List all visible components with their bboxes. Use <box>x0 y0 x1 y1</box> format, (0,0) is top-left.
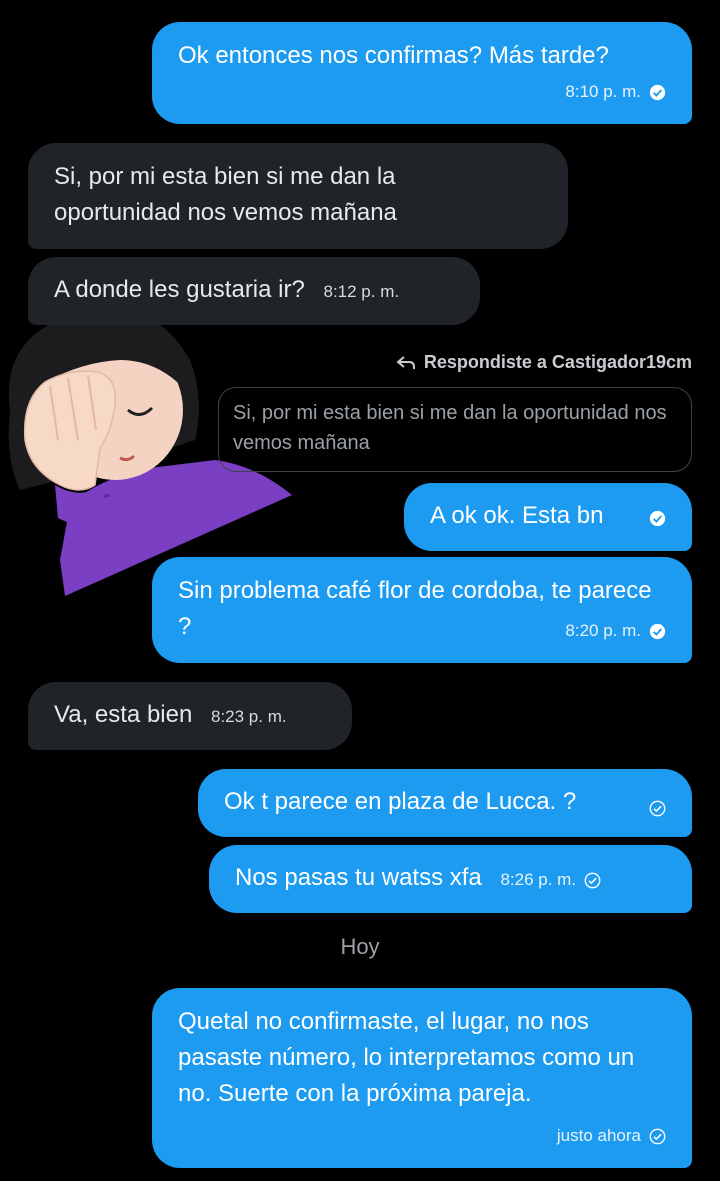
message-time: 8:10 p. m. <box>565 82 641 101</box>
message-text: Ok entonces nos confirmas? Más tarde? <box>178 42 609 69</box>
sent-check-icon <box>649 800 666 817</box>
reply-label-text: Respondiste a Castigador19cm <box>423 352 692 372</box>
message-bubble-outgoing[interactable]: Ok t parece en plaza de Lucca. ? <box>198 769 692 837</box>
sent-check-icon <box>584 872 601 888</box>
read-check-icon <box>649 84 666 100</box>
quoted-message[interactable]: Si, por mi esta bien si me dan la oportu… <box>218 387 692 472</box>
message-bubble-outgoing[interactable]: Nos pasas tu watss xfa 8:26 p. m. <box>209 845 692 913</box>
message-text: Ok t parece en plaza de Lucca. ? <box>224 788 577 815</box>
message-bubble-incoming[interactable]: Si, por mi esta bien si me dan la oportu… <box>28 143 568 249</box>
message-time: 8:20 p. m. <box>565 621 641 640</box>
reply-context-label: Respondiste a Castigador19cm <box>396 352 692 373</box>
read-check-icon <box>649 623 666 639</box>
message-bubble-outgoing[interactable]: A ok ok. Esta bn <box>404 483 692 551</box>
message-time: justo ahora <box>556 1126 641 1145</box>
date-separator: Hoy <box>340 934 380 959</box>
message-time: 8:26 p. m. <box>500 870 577 889</box>
message-text: Va, esta bien <box>54 701 193 728</box>
message-bubble-outgoing[interactable]: Quetal no confirmaste, el lugar, no nos … <box>152 988 692 1168</box>
message-time: 8:12 p. m. <box>323 282 400 301</box>
message-bubble-incoming[interactable]: A donde les gustaria ir? 8:12 p. m. <box>28 257 480 325</box>
message-bubble-incoming[interactable]: Va, esta bien 8:23 p. m. <box>28 682 352 750</box>
message-bubble-outgoing[interactable]: Ok entonces nos confirmas? Más tarde? 8:… <box>152 22 692 124</box>
read-check-icon <box>649 510 666 527</box>
reply-arrow-icon <box>396 355 415 369</box>
quoted-text: Si, por mi esta bien si me dan la oportu… <box>233 402 667 454</box>
message-text: Quetal no confirmaste, el lugar, no nos … <box>178 1008 635 1107</box>
sent-check-icon <box>649 1128 666 1144</box>
message-text: A ok ok. Esta bn <box>430 502 604 529</box>
message-bubble-outgoing[interactable]: Sin problema café flor de cordoba, te pa… <box>152 557 692 663</box>
message-time: 8:23 p. m. <box>211 707 287 726</box>
message-text: Si, por mi esta bien si me dan la oportu… <box>54 163 397 226</box>
message-text: A donde les gustaria ir? <box>54 276 305 303</box>
message-text: Nos pasas tu watss xfa <box>235 864 482 891</box>
